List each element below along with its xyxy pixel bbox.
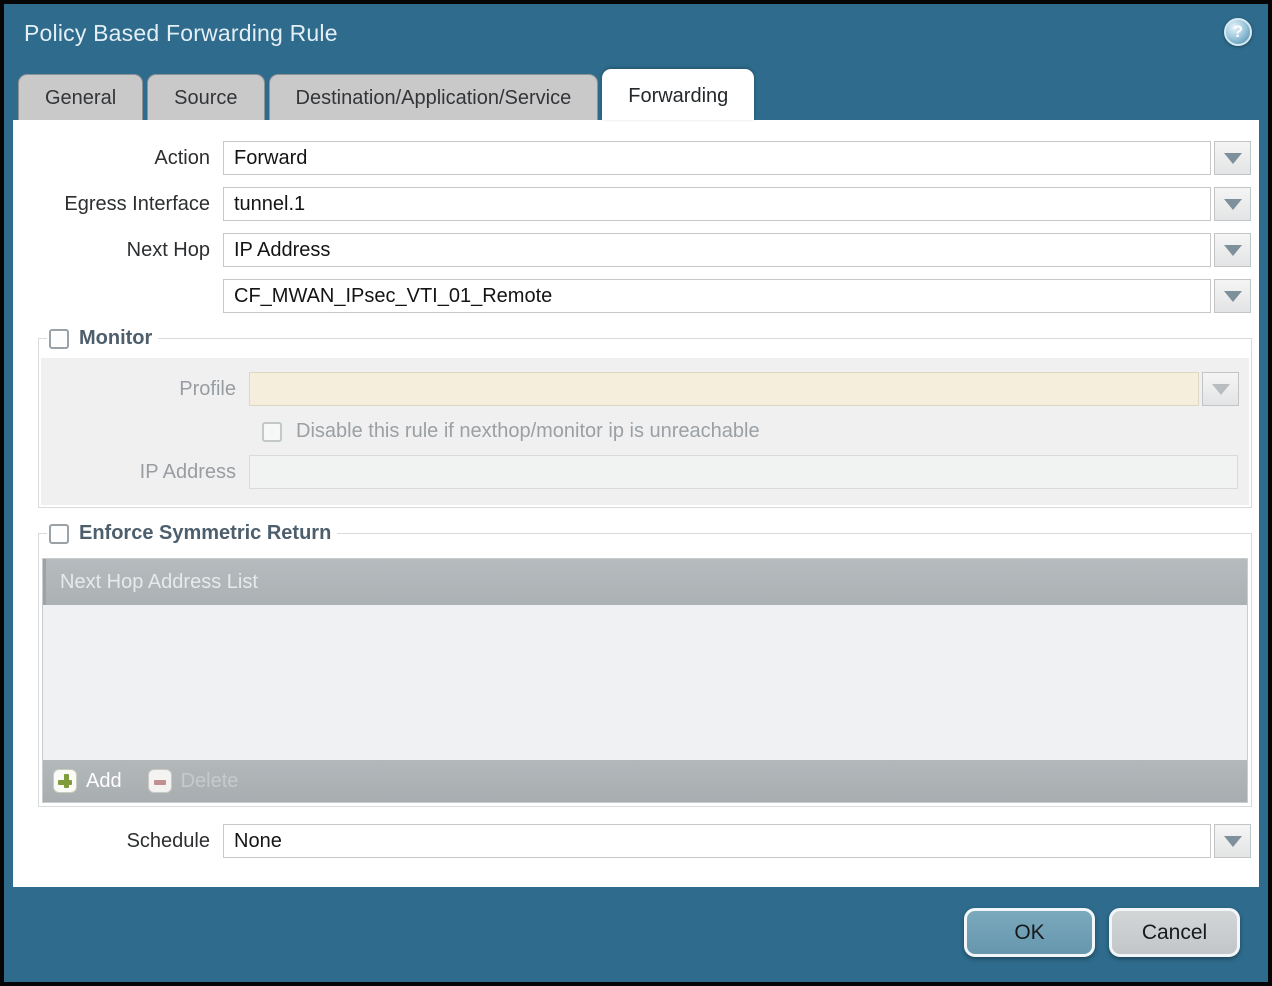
next-hop-address-row: CF_MWAN_IPsec_VTI_01_Remote [13, 279, 1251, 313]
action-label: Action [13, 147, 223, 170]
enforce-symmetric-return-legend-label: Enforce Symmetric Return [79, 522, 331, 545]
next-hop-address-table-header: Next Hop Address List [43, 559, 1247, 605]
schedule-label: Schedule [13, 830, 223, 853]
ok-button[interactable]: OK [964, 908, 1095, 957]
add-button[interactable]: Add [53, 769, 122, 793]
chevron-down-icon [1224, 199, 1242, 210]
next-hop-address-field[interactable]: CF_MWAN_IPsec_VTI_01_Remote [223, 279, 1211, 313]
chevron-down-icon [1224, 836, 1242, 847]
schedule-value-field[interactable]: None [223, 824, 1211, 858]
tab-destination-application-service[interactable]: Destination/Application/Service [269, 74, 599, 120]
monitor-ip-address-label: IP Address [41, 461, 249, 484]
egress-interface-label: Egress Interface [13, 193, 223, 216]
next-hop-address-dropdown-button[interactable] [1214, 279, 1251, 313]
monitor-legend: Monitor [47, 327, 158, 350]
next-hop-address-table-body[interactable] [43, 605, 1247, 760]
egress-interface-row: Egress Interface tunnel.1 [13, 187, 1251, 221]
chevron-down-icon [1224, 245, 1242, 256]
monitor-checkbox[interactable] [49, 329, 69, 349]
tab-source[interactable]: Source [147, 74, 264, 120]
monitor-ip-address-field [249, 455, 1238, 489]
policy-based-forwarding-dialog: Policy Based Forwarding Rule ? General S… [0, 0, 1272, 986]
egress-interface-value-field[interactable]: tunnel.1 [223, 187, 1211, 221]
action-dropdown-button[interactable] [1214, 141, 1251, 175]
tab-general[interactable]: General [18, 74, 143, 120]
forwarding-tab-panel: Action Forward Egress Interface tunnel.1… [13, 120, 1259, 887]
next-hop-dropdown-button[interactable] [1214, 233, 1251, 267]
schedule-dropdown-button[interactable] [1214, 824, 1251, 858]
monitor-disabled-area: Profile Disable this rule if nexthop/mon… [41, 358, 1249, 505]
delete-button-label: Delete [181, 770, 239, 793]
help-button[interactable]: ? [1224, 18, 1252, 46]
monitor-section: Monitor Profile Disable this rule if nex… [38, 327, 1252, 508]
next-hop-label: Next Hop [13, 239, 223, 262]
monitor-ip-address-row: IP Address [41, 455, 1239, 489]
next-hop-address-table: Next Hop Address List Add Delete [43, 559, 1247, 802]
add-icon [53, 769, 77, 793]
dialog-titlebar: Policy Based Forwarding Rule ? [4, 4, 1268, 68]
cancel-button[interactable]: Cancel [1109, 908, 1240, 957]
enforce-symmetric-return-section: Enforce Symmetric Return Next Hop Addres… [38, 522, 1252, 807]
delete-button: Delete [148, 769, 239, 793]
disable-rule-row: Disable this rule if nexthop/monitor ip … [262, 420, 1239, 443]
next-hop-address-table-footer: Add Delete [43, 760, 1247, 802]
action-value-field[interactable]: Forward [223, 141, 1211, 175]
enforce-symmetric-return-legend: Enforce Symmetric Return [47, 522, 337, 545]
profile-label: Profile [41, 378, 249, 401]
delete-icon [148, 769, 172, 793]
help-icon: ? [1233, 22, 1243, 42]
tab-forwarding[interactable]: Forwarding [602, 69, 754, 120]
next-hop-row: Next Hop IP Address [13, 233, 1251, 267]
disable-rule-label: Disable this rule if nexthop/monitor ip … [296, 420, 760, 443]
profile-dropdown-button [1202, 372, 1239, 406]
profile-row: Profile [41, 372, 1239, 406]
monitor-legend-label: Monitor [79, 327, 152, 350]
dialog-title: Policy Based Forwarding Rule [24, 20, 338, 47]
next-hop-type-field[interactable]: IP Address [223, 233, 1211, 267]
disable-rule-checkbox [262, 422, 282, 442]
add-button-label: Add [86, 770, 122, 793]
egress-interface-dropdown-button[interactable] [1214, 187, 1251, 221]
chevron-down-icon [1224, 291, 1242, 302]
enforce-symmetric-return-checkbox[interactable] [49, 524, 69, 544]
schedule-row: Schedule None [13, 824, 1251, 858]
profile-value-field [249, 372, 1199, 406]
dialog-footer: OK Cancel [4, 883, 1268, 982]
action-row: Action Forward [13, 141, 1251, 175]
chevron-down-icon [1212, 384, 1230, 395]
chevron-down-icon [1224, 153, 1242, 164]
tab-bar: General Source Destination/Application/S… [4, 68, 1268, 120]
